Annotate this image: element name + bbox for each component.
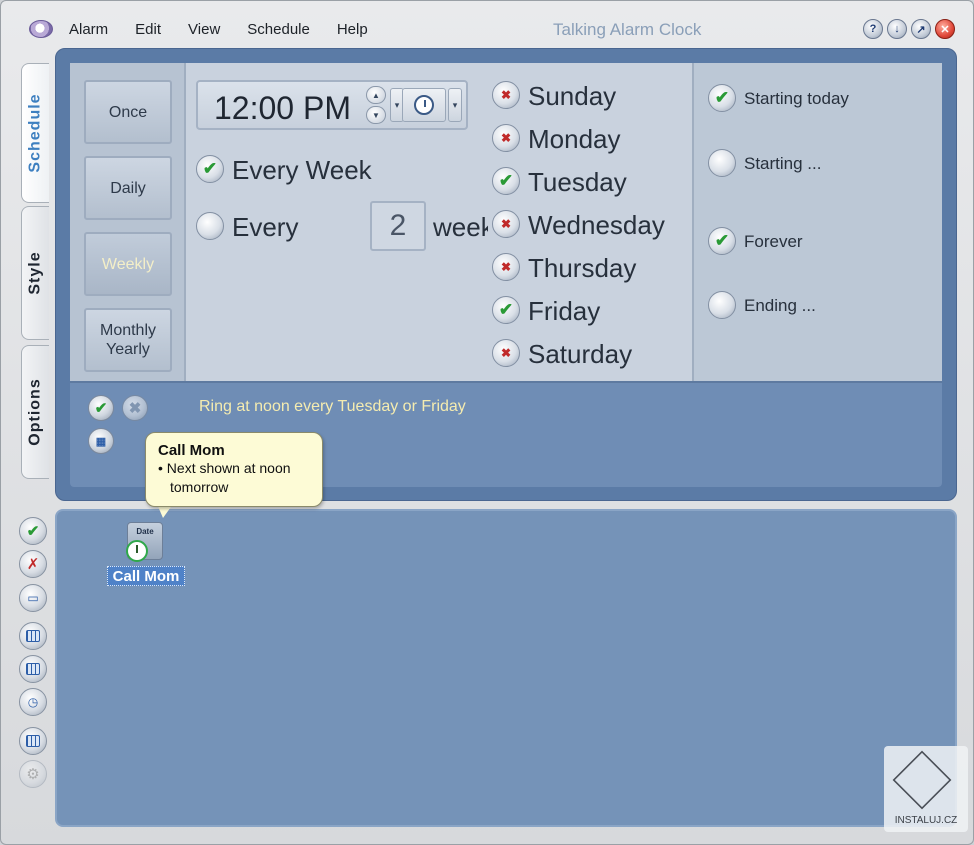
- calendar-picker-icon[interactable]: ▦: [88, 428, 114, 454]
- tooltip-title: Call Mom: [158, 442, 225, 459]
- sunday-label: Sunday: [528, 81, 617, 111]
- every-n-weeks-radio[interactable]: [196, 212, 224, 240]
- starting-label: Starting ...: [744, 154, 822, 173]
- once-button[interactable]: Once: [84, 80, 172, 144]
- ending-label: Ending ...: [744, 296, 816, 315]
- check-icon[interactable]: ✔: [19, 517, 47, 545]
- wednesday-toggle[interactable]: ✖: [492, 210, 520, 238]
- main-window: Alarm Edit View Schedule Help Talking Al…: [0, 0, 974, 845]
- saturday-label: Saturday: [528, 339, 633, 369]
- clock-calendar-icon[interactable]: ◷: [19, 688, 47, 716]
- time-value[interactable]: 12:00 PM: [214, 90, 351, 127]
- watermark: INSTALUJ.CZ: [884, 746, 968, 832]
- tab-schedule[interactable]: Schedule: [21, 63, 49, 203]
- tab-style-label: Style: [26, 251, 44, 295]
- alarm-item-label[interactable]: Call Mom: [107, 566, 185, 586]
- menu-schedule[interactable]: Schedule: [247, 21, 310, 38]
- starting-today-label: Starting today: [744, 89, 849, 108]
- thursday-toggle[interactable]: ✖: [492, 253, 520, 281]
- tab-options-label: Options: [26, 378, 44, 446]
- every-week-radio[interactable]: ✔: [196, 155, 224, 183]
- menu-bar: Alarm Edit View Schedule Help: [69, 21, 395, 38]
- monday-label: Monday: [528, 124, 621, 154]
- thursday-label: Thursday: [528, 253, 637, 283]
- app-icon[interactable]: [29, 20, 53, 38]
- cancel-icon[interactable]: ✖: [122, 395, 148, 421]
- starting-radio[interactable]: [708, 149, 736, 177]
- tuesday-label: Tuesday: [528, 167, 627, 197]
- starting-today-radio[interactable]: ✔: [708, 84, 736, 112]
- watermark-logo-icon: [892, 750, 952, 810]
- minimize-icon[interactable]: ↓: [887, 19, 907, 39]
- time-column: 12:00 PM ▲ ▼ ▾ ▾ ✔ Every Week Every 2 we…: [186, 63, 507, 381]
- title-bar: Alarm Edit View Schedule Help Talking Al…: [1, 1, 973, 51]
- tooltip-line-2: tomorrow: [170, 479, 229, 495]
- menu-alarm[interactable]: Alarm: [69, 21, 108, 38]
- forever-radio[interactable]: ✔: [708, 227, 736, 255]
- alarm-clock-icon: [126, 540, 148, 562]
- disabled-icon: ⚙: [19, 760, 47, 788]
- window-controls: ? ↓ ↗ ✕: [863, 19, 955, 39]
- close-icon[interactable]: ✕: [935, 19, 955, 39]
- friday-toggle[interactable]: ✔: [492, 296, 520, 324]
- tab-schedule-label: Schedule: [26, 93, 44, 173]
- tab-style[interactable]: Style: [21, 206, 49, 340]
- daily-button[interactable]: Daily: [84, 156, 172, 220]
- monday-toggle[interactable]: ✖: [492, 124, 520, 152]
- accept-icon[interactable]: ✔: [88, 395, 114, 421]
- alarm-list-panel: [55, 509, 957, 827]
- forever-label: Forever: [744, 232, 803, 251]
- calendar-icon[interactable]: [19, 655, 47, 683]
- every-week-label: Every Week: [232, 155, 372, 185]
- monthly-yearly-button[interactable]: Monthly Yearly: [84, 308, 172, 372]
- calendar-week-icon[interactable]: [19, 727, 47, 755]
- monthly-label: Monthly: [99, 322, 157, 339]
- schedule-summary: Ring at noon every Tuesday or Friday: [199, 398, 466, 415]
- clock-picker-dropdown[interactable]: ▾: [448, 88, 462, 122]
- spin-up-button[interactable]: ▲: [366, 86, 386, 104]
- help-icon[interactable]: ?: [863, 19, 883, 39]
- clock-icon: [414, 95, 434, 115]
- spin-down-button[interactable]: ▼: [366, 106, 386, 124]
- menu-help[interactable]: Help: [337, 21, 368, 38]
- wednesday-label: Wednesday: [528, 210, 665, 240]
- tab-options[interactable]: Options: [21, 345, 49, 479]
- ending-radio[interactable]: [708, 291, 736, 319]
- window-title: Talking Alarm Clock: [553, 20, 702, 39]
- weeks-interval-input[interactable]: 2: [370, 201, 426, 251]
- schedule-panel-inner: Once Daily Weekly Monthly Yearly 12:00 P…: [70, 63, 942, 487]
- menu-edit[interactable]: Edit: [135, 21, 161, 38]
- tooltip-line-1-text: Next shown at noon: [166, 460, 291, 476]
- schedule-type-column: Once Daily Weekly Monthly Yearly: [70, 63, 186, 381]
- restore-icon[interactable]: ↗: [911, 19, 931, 39]
- schedule-editor: Once Daily Weekly Monthly Yearly 12:00 P…: [70, 63, 942, 383]
- days-column: ✖ Sunday ✖ Monday ✔ Tuesday ✖ Wednesday …: [488, 63, 694, 381]
- saturday-toggle[interactable]: ✖: [492, 339, 520, 367]
- monitor-icon[interactable]: ▭: [19, 584, 47, 612]
- grid-icon[interactable]: [19, 622, 47, 650]
- time-picker[interactable]: 12:00 PM ▲ ▼ ▾ ▾: [196, 80, 468, 130]
- menu-view[interactable]: View: [188, 21, 220, 38]
- tuesday-toggle[interactable]: ✔: [492, 167, 520, 195]
- delete-icon[interactable]: ✗: [19, 550, 47, 578]
- range-column: ✔ Starting today Starting ... ✔ Forever …: [694, 63, 942, 381]
- yearly-label: Yearly: [106, 341, 150, 358]
- sunday-toggle[interactable]: ✖: [492, 81, 520, 109]
- friday-label: Friday: [528, 296, 601, 326]
- tooltip-line-1: • Next shown at noon: [158, 459, 310, 478]
- weekly-button[interactable]: Weekly: [84, 232, 172, 296]
- watermark-text: INSTALUJ.CZ: [894, 815, 958, 826]
- alarm-tooltip: Call Mom • Next shown at noon tomorrow: [145, 432, 323, 507]
- clock-picker-button[interactable]: [402, 88, 446, 122]
- tooltip-bullet: •: [158, 460, 163, 476]
- every-n-prefix: Every: [232, 212, 299, 242]
